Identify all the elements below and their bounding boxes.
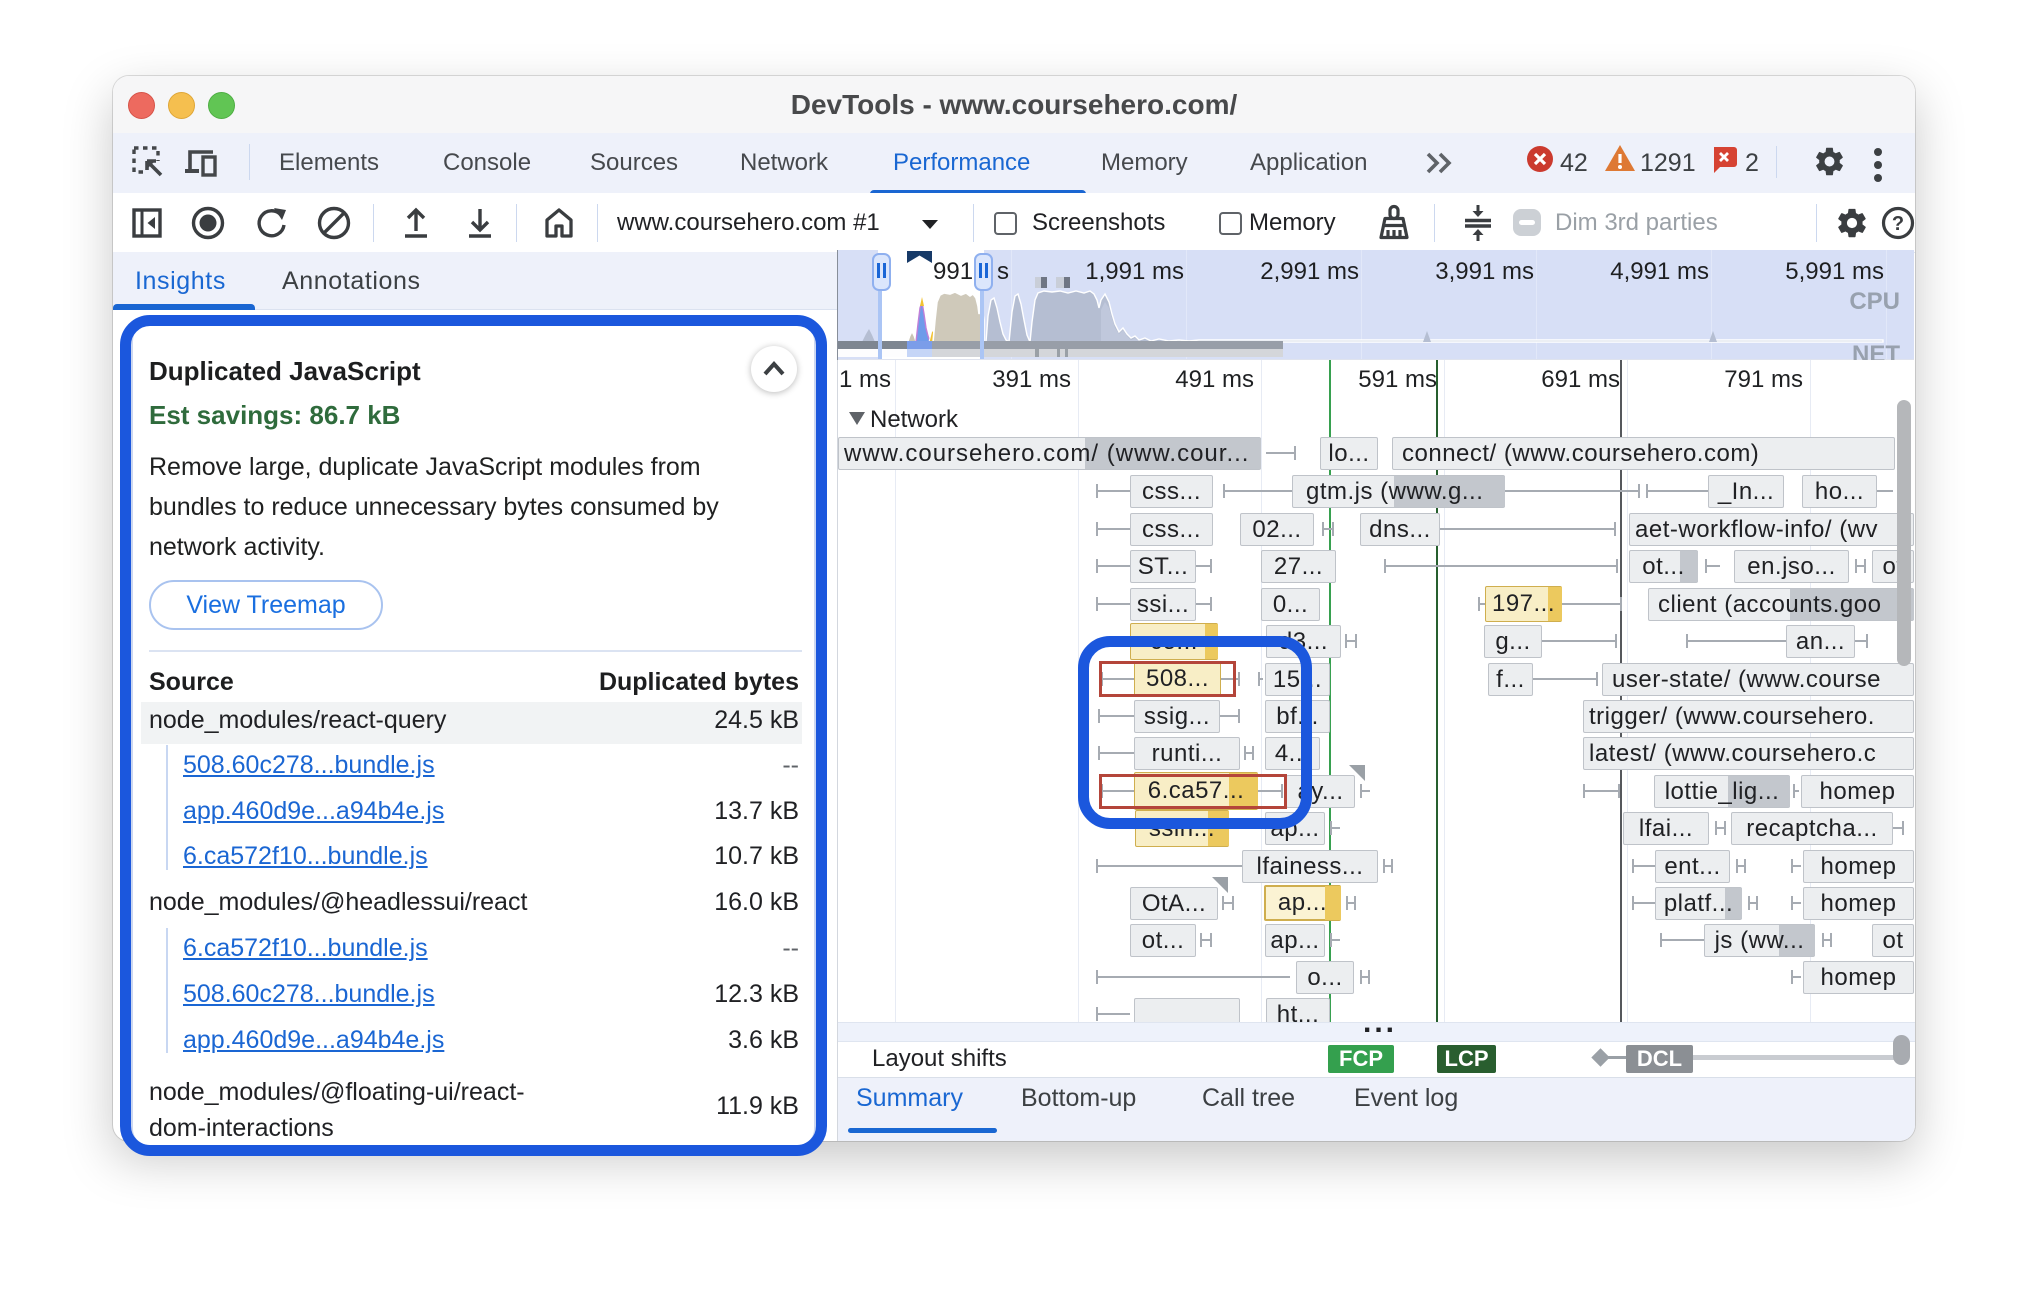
svg-text:?: ? — [1892, 213, 1904, 235]
